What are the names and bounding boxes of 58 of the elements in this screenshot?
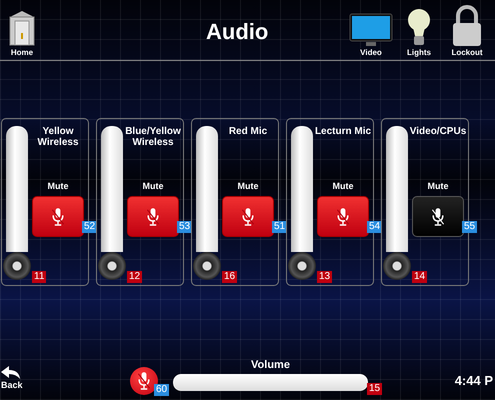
mute-label: Mute (48, 181, 68, 191)
nav-button[interactable]: Lockout (443, 5, 491, 57)
page-title: Audio (206, 19, 268, 45)
nav-button[interactable]: Lights (395, 7, 443, 57)
mute-label: Mute (142, 181, 164, 191)
fader-number: 16 (222, 271, 238, 283)
monitor-icon (349, 13, 393, 47)
fader-track[interactable] (6, 126, 28, 252)
mute-number: 55 (462, 221, 478, 233)
channel-name: Blue/Yellow Wireless (124, 126, 182, 150)
channel-name: Red Mic (228, 126, 268, 139)
home-button[interactable]: Home (4, 9, 40, 57)
muted-mic-icon (240, 206, 256, 226)
clock-time: 4:44 P (454, 373, 493, 388)
mute-number: 54 (367, 221, 382, 233)
muted-mic-icon (335, 206, 351, 226)
fader-track[interactable] (101, 126, 123, 252)
mute-number: 60 (154, 384, 170, 396)
volume-slider[interactable] (173, 374, 368, 391)
fader-number: 13 (317, 271, 332, 283)
padlock-icon (451, 5, 483, 47)
fader-track[interactable] (196, 126, 218, 252)
mute-label: Mute (428, 181, 448, 191)
fader-knob[interactable] (3, 252, 31, 280)
fader-track[interactable] (291, 126, 313, 252)
mute-button[interactable] (222, 196, 274, 237)
mute-button[interactable] (127, 196, 179, 237)
muted-mic-icon (430, 206, 446, 226)
light-bulb-icon (406, 7, 432, 47)
back-arrow-icon (1, 366, 21, 380)
muted-mic-icon (136, 371, 152, 391)
muted-mic-icon (50, 206, 66, 226)
fader-track[interactable] (386, 126, 408, 252)
fader-number: 12 (127, 271, 142, 283)
volume-label: Volume (251, 359, 290, 371)
channel-name: Lecturn Mic (314, 126, 372, 139)
mute-label: Mute (332, 181, 354, 191)
mute-number: 52 (82, 221, 98, 233)
mute-label: Mute (238, 181, 258, 191)
master-mute-button[interactable] (130, 367, 158, 395)
mute-number: 53 (177, 221, 192, 233)
back-button[interactable]: Back (0, 366, 40, 400)
fader-number: 11 (32, 271, 46, 283)
fader-knob[interactable] (288, 252, 316, 280)
fader-number: 14 (412, 271, 428, 283)
channel-name: Yellow Wireless (36, 126, 80, 150)
fader-knob[interactable] (98, 252, 126, 280)
mute-button[interactable] (412, 196, 464, 237)
fader-knob[interactable] (193, 252, 221, 280)
mute-number: 51 (272, 221, 288, 233)
volume-number: 15 (367, 383, 382, 395)
mute-button[interactable] (317, 196, 369, 237)
channel-name: Video/CPUs (410, 126, 466, 139)
building-icon (7, 9, 37, 47)
muted-mic-icon (145, 206, 161, 226)
fader-knob[interactable] (383, 252, 411, 280)
nav-button[interactable]: Video (347, 13, 395, 57)
mute-button[interactable] (32, 196, 84, 237)
